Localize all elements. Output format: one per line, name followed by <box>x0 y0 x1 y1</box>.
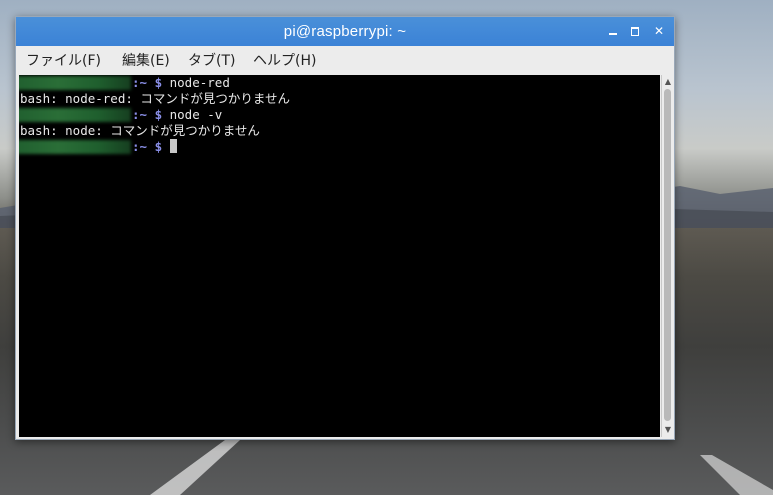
redacted-username <box>19 108 131 122</box>
prompt: :~ $ <box>132 107 163 122</box>
terminal-line: :~ $ <box>132 139 177 155</box>
scroll-up-icon[interactable]: ▲ <box>663 77 673 87</box>
terminal-line: bash: node-red: コマンドが見つかりません <box>20 91 291 106</box>
command-text: node -v <box>162 107 223 122</box>
close-button[interactable]: ✕ <box>652 24 666 38</box>
terminal-line: :~ $ node-red <box>132 75 230 91</box>
minimize-button[interactable] <box>606 24 620 38</box>
menu-file[interactable]: ファイル(F) <box>26 46 101 74</box>
close-icon: ✕ <box>653 24 665 38</box>
terminal-scrollbar[interactable]: ▲ ▼ <box>661 75 674 437</box>
terminal-line: :~ $ node -v <box>132 107 222 123</box>
prompt: :~ $ <box>132 75 163 90</box>
maximize-button[interactable] <box>628 24 642 38</box>
scroll-down-icon[interactable]: ▼ <box>663 425 673 435</box>
terminal-output[interactable]: :~ $ node-red bash: node-red: コマンドが見つかりま… <box>19 75 660 437</box>
terminal-line: bash: node: コマンドが見つかりません <box>20 123 260 138</box>
window-title: pi@raspberrypi: ~ <box>283 23 407 40</box>
command-text: node-red <box>162 75 230 90</box>
text-cursor <box>169 139 177 153</box>
menu-tabs[interactable]: タブ(T) <box>188 46 235 74</box>
window-titlebar[interactable]: pi@raspberrypi: ~ ✕ <box>16 17 674 46</box>
maximize-icon <box>631 27 639 36</box>
menu-edit[interactable]: 編集(E) <box>122 46 170 74</box>
terminal-window: pi@raspberrypi: ~ ✕ ファイル(F) 編集(E) タブ(T) … <box>15 16 675 440</box>
menu-help[interactable]: ヘルプ(H) <box>253 46 316 74</box>
command-text <box>162 139 170 154</box>
minimize-icon <box>609 33 617 35</box>
scroll-thumb[interactable] <box>664 89 671 421</box>
redacted-username <box>19 76 131 90</box>
prompt: :~ $ <box>132 139 163 154</box>
redacted-username <box>19 140 131 154</box>
menubar: ファイル(F) 編集(E) タブ(T) ヘルプ(H) <box>16 46 674 74</box>
